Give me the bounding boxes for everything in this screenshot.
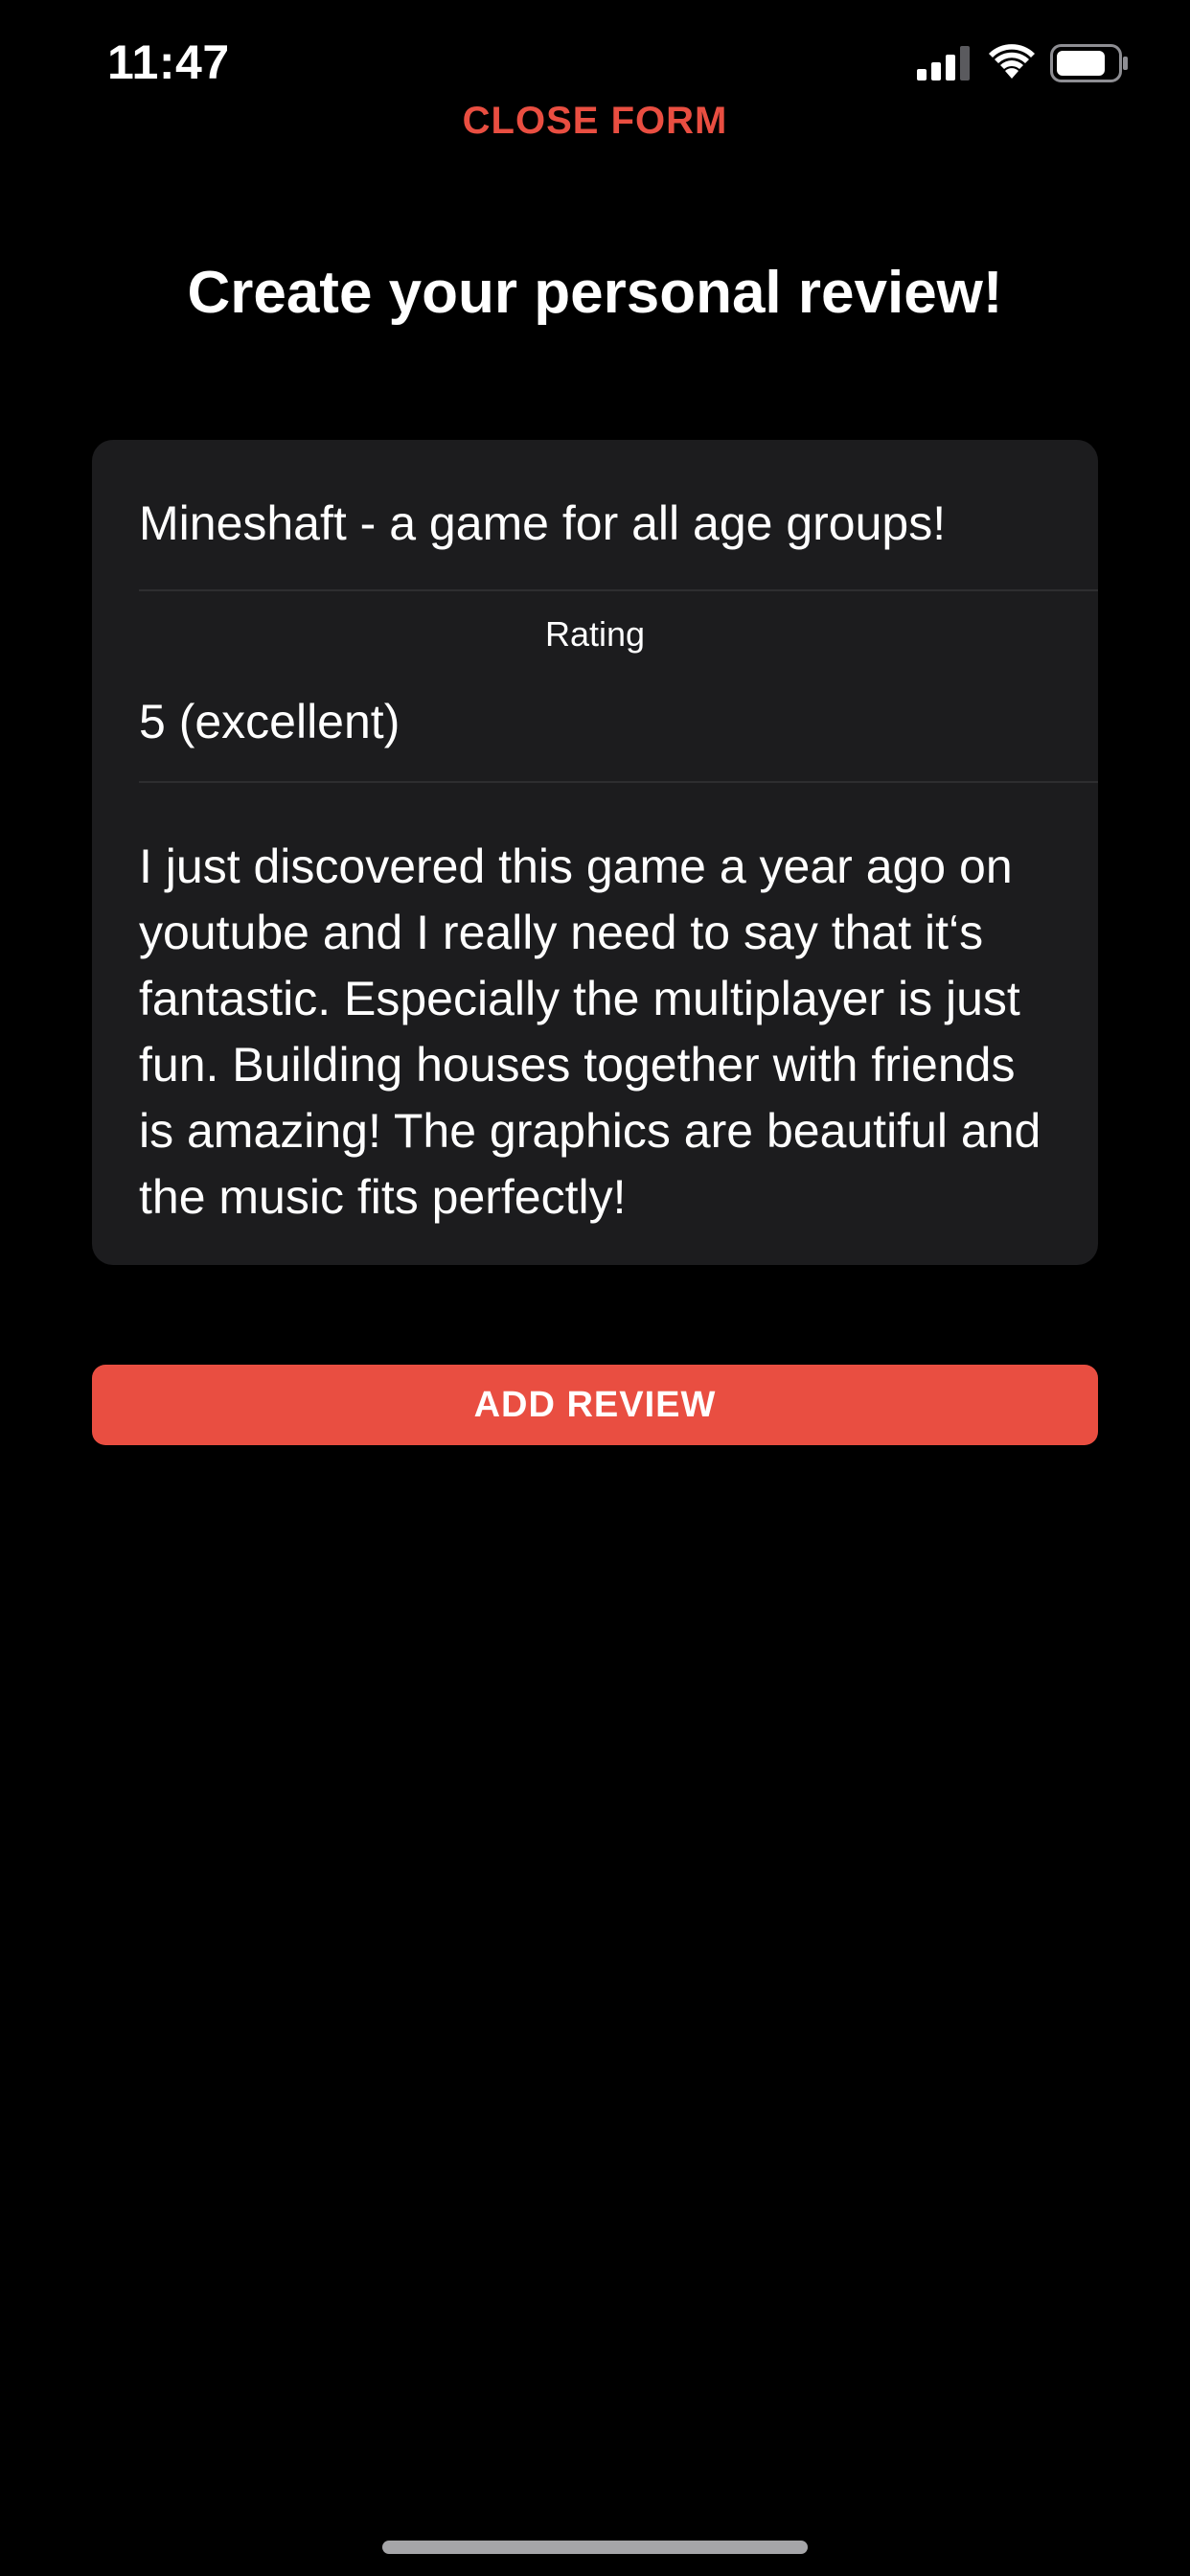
review-form-card: Mineshaft - a game for all age groups! R… — [92, 440, 1098, 1265]
review-title-value[interactable]: Mineshaft - a game for all age groups! — [139, 495, 946, 551]
battery-icon — [1050, 44, 1128, 82]
wifi-icon — [989, 44, 1035, 79]
home-indicator[interactable] — [382, 2541, 808, 2554]
cellular-signal-icon — [917, 46, 970, 80]
status-time: 11:47 — [107, 35, 230, 89]
rating-picker-value[interactable]: 5 (excellent) — [139, 694, 400, 749]
rating-field[interactable]: Rating 5 (excellent) — [139, 589, 1098, 783]
rating-label: Rating — [544, 614, 646, 654]
review-title-field[interactable]: Mineshaft - a game for all age groups! — [139, 440, 1098, 591]
page-title: Create your personal review! — [187, 260, 1003, 326]
close-form-button[interactable]: CLOSE FORM — [0, 100, 1190, 143]
review-text-field[interactable]: I just discovered this game a year ago o… — [139, 783, 1098, 1265]
add-review-button[interactable]: ADD REVIEW — [92, 1365, 1098, 1445]
review-text[interactable]: I just discovered this game a year ago o… — [139, 834, 1060, 1230]
